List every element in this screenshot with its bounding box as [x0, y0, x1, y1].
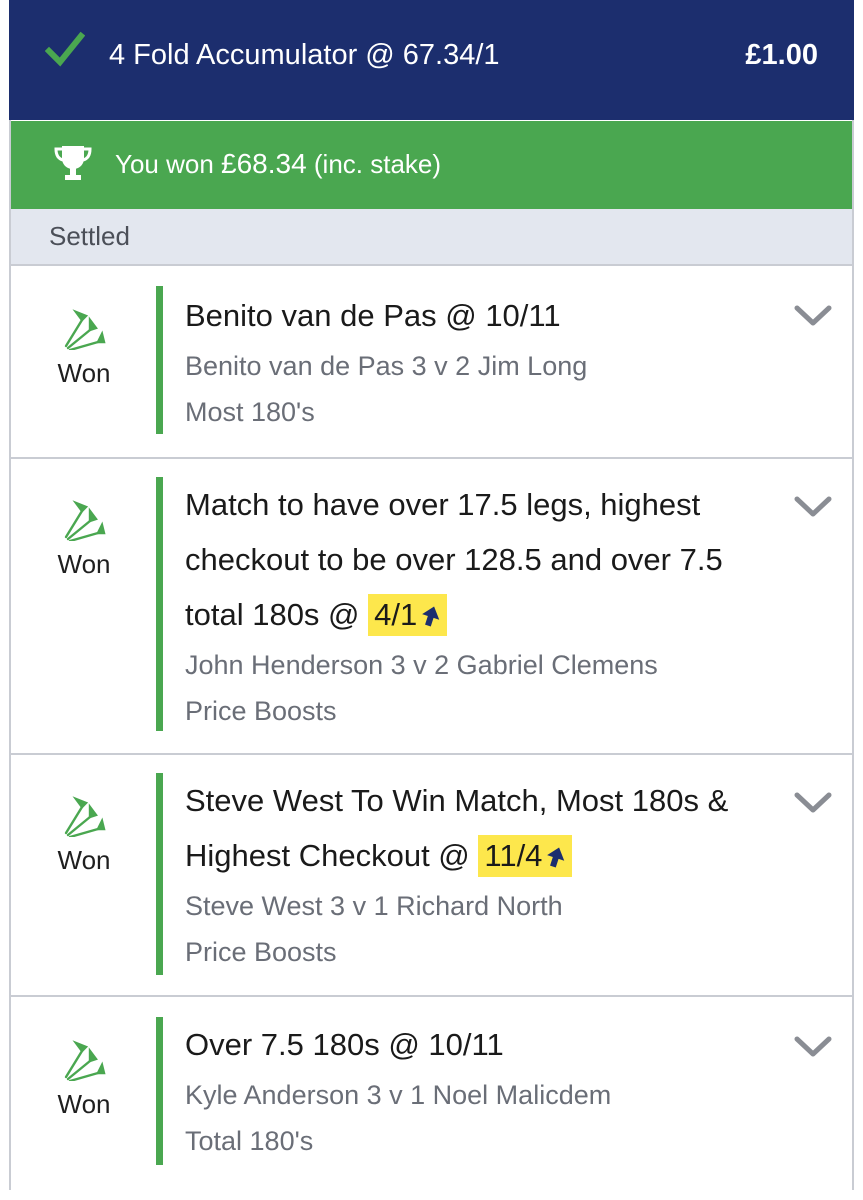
boosted-price-value: 11/4	[484, 838, 543, 873]
leg-market: Total 180's	[185, 1126, 314, 1156]
leg-result: Won	[11, 793, 157, 876]
leg-selection-text: Match to have over 17.5 legs, highest ch…	[185, 487, 723, 632]
bet-leg[interactable]: Won Steve West To Win Match, Most 180s &…	[11, 755, 852, 997]
leg-match: Kyle Anderson 3 v 1 Noel Malicdem	[185, 1080, 612, 1110]
darts-icon	[64, 796, 106, 837]
bet-leg[interactable]: Won Benito van de Pas @ 10/11 Benito van…	[11, 266, 852, 459]
result-prefix: You won	[115, 149, 222, 179]
boosted-price-value: 4/1	[374, 597, 418, 632]
leg-selection: Steve West To Win Match, Most 180s & Hig…	[185, 773, 782, 883]
result-amount: £68.34	[221, 148, 307, 179]
leg-status-bar	[156, 286, 163, 434]
leg-selection: Benito van de Pas @ 10/11	[185, 298, 561, 333]
boost-arrow-icon	[547, 847, 565, 868]
leg-details: Match to have over 17.5 legs, highest ch…	[185, 477, 782, 734]
boosted-price: 4/1	[368, 594, 448, 636]
check-icon	[45, 31, 85, 67]
leg-selection: Match to have over 17.5 legs, highest ch…	[185, 477, 782, 642]
leg-match: Benito van de Pas 3 v 2 Jim Long	[185, 351, 588, 381]
bet-title: 4 Fold Accumulator @ 67.34/1	[109, 39, 500, 71]
leg-status-bar	[156, 1017, 163, 1165]
chevron-down-icon[interactable]	[794, 1035, 832, 1059]
status-label: Settled	[49, 221, 130, 251]
leg-market: Price Boosts	[185, 937, 337, 967]
darts-icon	[64, 309, 106, 350]
leg-status-bar	[156, 773, 163, 975]
leg-status-bar	[156, 477, 163, 731]
leg-details: Over 7.5 180s @ 10/11 Kyle Anderson 3 v …	[185, 1017, 782, 1164]
leg-details: Steve West To Win Match, Most 180s & Hig…	[185, 773, 782, 975]
leg-result-label: Won	[57, 1089, 111, 1119]
leg-result-label: Won	[57, 845, 111, 875]
leg-match: John Henderson 3 v 2 Gabriel Clemens	[185, 650, 658, 680]
leg-selection: Over 7.5 180s @ 10/11	[185, 1027, 504, 1062]
boosted-price: 11/4	[478, 835, 573, 877]
leg-market: Most 180's	[185, 397, 315, 427]
boost-arrow-icon	[422, 606, 440, 627]
leg-match: Steve West 3 v 1 Richard North	[185, 891, 563, 921]
leg-result: Won	[11, 497, 157, 580]
leg-market: Price Boosts	[185, 696, 337, 726]
trophy-icon	[54, 146, 92, 180]
bet-leg[interactable]: Won Over 7.5 180s @ 10/11 Kyle Anderson …	[11, 997, 852, 1190]
leg-selection-text: Steve West To Win Match, Most 180s & Hig…	[185, 783, 729, 873]
leg-result-label: Won	[57, 358, 111, 388]
leg-details: Benito van de Pas @ 10/11 Benito van de …	[185, 288, 782, 435]
bet-leg[interactable]: Won Match to have over 17.5 legs, highes…	[11, 459, 852, 755]
darts-icon	[64, 1040, 106, 1081]
chevron-down-icon[interactable]	[794, 495, 832, 519]
bet-stake: £1.00	[745, 39, 818, 71]
bet-header[interactable]: 4 Fold Accumulator @ 67.34/1 £1.00	[9, 0, 854, 120]
result-message: You won £68.34 (inc. stake)	[115, 147, 441, 181]
status-strip: Settled	[11, 209, 852, 266]
leg-result: Won	[11, 306, 157, 389]
leg-result-label: Won	[57, 549, 111, 579]
result-suffix: (inc. stake)	[306, 149, 442, 179]
chevron-down-icon[interactable]	[794, 304, 832, 328]
chevron-down-icon[interactable]	[794, 791, 832, 815]
leg-result: Won	[11, 1037, 157, 1120]
darts-icon	[64, 500, 106, 541]
result-banner: You won £68.34 (inc. stake)	[11, 121, 852, 209]
